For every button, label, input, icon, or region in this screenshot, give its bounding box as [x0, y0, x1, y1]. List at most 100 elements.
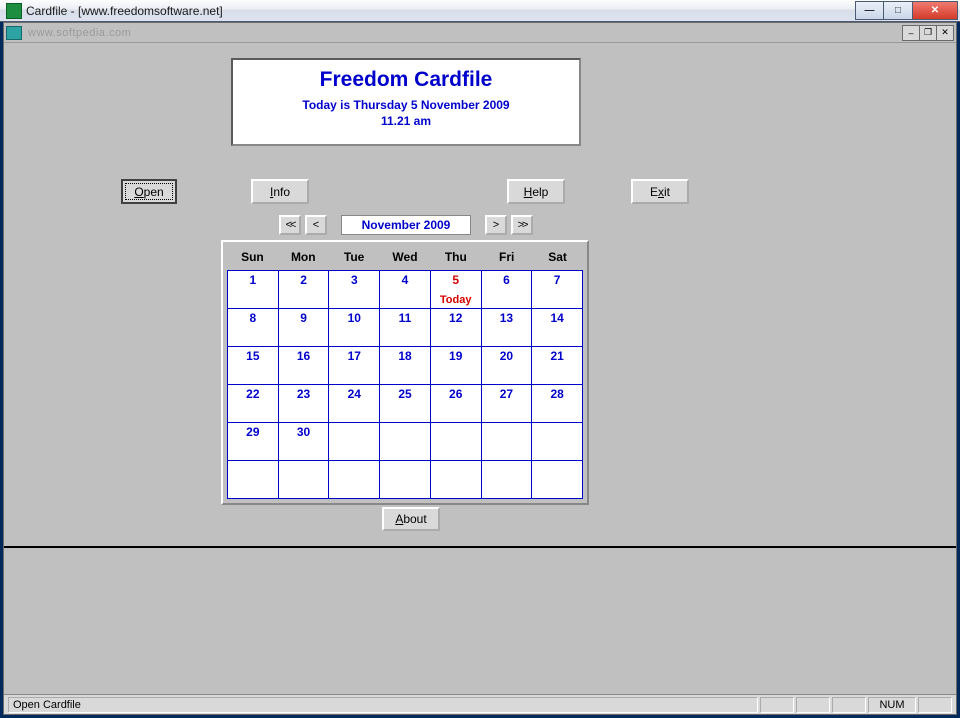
today-date-line: Today is Thursday 5 November 2009 [233, 98, 579, 112]
calendar-day-number: 4 [380, 273, 430, 287]
calendar-cell[interactable]: 12 [431, 309, 481, 346]
calendar-cell[interactable]: 3 [329, 271, 379, 308]
status-cell-2 [796, 697, 830, 713]
calendar-cell[interactable]: 22 [228, 385, 278, 422]
calendar-grid: 12345Today678910111213141516171819202122… [227, 270, 583, 499]
calendar-cell[interactable]: 17 [329, 347, 379, 384]
calendar-day-number: 17 [329, 349, 379, 363]
nav-next-button[interactable]: > [485, 215, 507, 235]
today-time-line: 11.21 am [233, 114, 579, 128]
calendar-day-number: 26 [431, 387, 481, 401]
exit-button[interactable]: Exit [631, 179, 689, 204]
calendar-day-number: 8 [228, 311, 278, 325]
calendar-day-number: 29 [228, 425, 278, 439]
calendar-day-number: 9 [279, 311, 329, 325]
calendar-day-number: 21 [532, 349, 582, 363]
calendar-cell[interactable]: 27 [482, 385, 532, 422]
mdi-minimize-button[interactable]: – [902, 25, 920, 41]
calendar-cell[interactable]: 30 [279, 423, 329, 460]
status-cell-3 [832, 697, 866, 713]
calendar-day-header: Fri [481, 246, 532, 270]
calendar-day-number: 14 [532, 311, 582, 325]
calendar-day-header: Sat [532, 246, 583, 270]
calendar-cell[interactable]: 13 [482, 309, 532, 346]
calendar-day-number: 5 [431, 273, 481, 287]
maximize-button[interactable]: □ [884, 1, 913, 20]
content-area: Freedom Cardfile Today is Thursday 5 Nov… [4, 43, 956, 714]
calendar-cell[interactable]: 16 [279, 347, 329, 384]
app-window: Cardfile - [www.freedomsoftware.net] — □… [0, 0, 960, 718]
calendar-cell[interactable]: 7 [532, 271, 582, 308]
mdi-client-area: www.softpedia.com – ❐ ✕ Freedom Cardfile… [3, 22, 957, 715]
calendar-day-number: 10 [329, 311, 379, 325]
document-icon[interactable] [6, 26, 22, 40]
calendar-cell-empty [482, 461, 532, 498]
calendar-day-number: 18 [380, 349, 430, 363]
about-button[interactable]: About [382, 507, 440, 531]
calendar-cell[interactable]: 21 [532, 347, 582, 384]
calendar-cell[interactable]: 19 [431, 347, 481, 384]
calendar-day-number: 30 [279, 425, 329, 439]
status-cell-5 [918, 697, 952, 713]
open-button[interactable]: Open [121, 179, 177, 204]
nav-last-button[interactable]: >> [511, 215, 533, 235]
exit-button-label-rest: it [664, 185, 670, 199]
calendar-day-header: Wed [380, 246, 431, 270]
mdi-restore-button[interactable]: ❐ [919, 25, 937, 41]
calendar-day-header: Mon [278, 246, 329, 270]
calendar-day-header: Sun [227, 246, 278, 270]
calendar-day-number: 20 [482, 349, 532, 363]
calendar-day-number: 12 [431, 311, 481, 325]
calendar-cell[interactable]: 26 [431, 385, 481, 422]
calendar-day-number: 28 [532, 387, 582, 401]
header-card: Freedom Cardfile Today is Thursday 5 Nov… [231, 58, 581, 146]
close-button[interactable]: ✕ [913, 1, 958, 20]
calendar-cell[interactable]: 5Today [431, 271, 481, 308]
calendar-cell[interactable]: 14 [532, 309, 582, 346]
calendar-day-number: 25 [380, 387, 430, 401]
calendar-cell[interactable]: 20 [482, 347, 532, 384]
minimize-button[interactable]: — [855, 1, 884, 20]
calendar-day-number: 16 [279, 349, 329, 363]
calendar-header-row: SunMonTueWedThuFriSat [227, 246, 583, 270]
calendar-cell[interactable]: 23 [279, 385, 329, 422]
calendar-cell[interactable]: 2 [279, 271, 329, 308]
month-nav: << < November 2009 > >> [279, 215, 533, 235]
calendar-cell-empty [279, 461, 329, 498]
calendar-day-number: 11 [380, 311, 430, 325]
calendar-day-number: 15 [228, 349, 278, 363]
calendar-cell[interactable]: 29 [228, 423, 278, 460]
calendar-day-number: 2 [279, 273, 329, 287]
calendar-cell[interactable]: 25 [380, 385, 430, 422]
calendar-cell[interactable]: 4 [380, 271, 430, 308]
info-button[interactable]: Info [251, 179, 309, 204]
calendar-cell[interactable]: 6 [482, 271, 532, 308]
status-message: Open Cardfile [8, 697, 758, 713]
calendar-cell[interactable]: 1 [228, 271, 278, 308]
status-cell-1 [760, 697, 794, 713]
nav-prev-button[interactable]: < [305, 215, 327, 235]
calendar-day-number: 24 [329, 387, 379, 401]
calendar-cell[interactable]: 8 [228, 309, 278, 346]
help-button[interactable]: Help [507, 179, 565, 204]
calendar-day-header: Thu [430, 246, 481, 270]
calendar-cell[interactable]: 10 [329, 309, 379, 346]
content-divider [4, 546, 956, 548]
calendar-cell[interactable]: 18 [380, 347, 430, 384]
window-controls: — □ ✕ [855, 1, 958, 20]
calendar-cell[interactable]: 15 [228, 347, 278, 384]
mdi-close-button[interactable]: ✕ [936, 25, 954, 41]
nav-first-button[interactable]: << [279, 215, 301, 235]
app-title: Freedom Cardfile [233, 68, 579, 92]
open-button-label-rest: pen [144, 185, 164, 199]
calendar-cell[interactable]: 24 [329, 385, 379, 422]
calendar-day-number: 19 [431, 349, 481, 363]
about-button-label-rest: bout [403, 512, 426, 526]
watermark-text: www.softpedia.com [28, 27, 131, 39]
titlebar: Cardfile - [www.freedomsoftware.net] — □… [0, 0, 960, 22]
mdi-bar: www.softpedia.com – ❐ ✕ [4, 23, 956, 43]
calendar-cell[interactable]: 11 [380, 309, 430, 346]
calendar-cell[interactable]: 28 [532, 385, 582, 422]
calendar-cell-empty [482, 423, 532, 460]
calendar-cell[interactable]: 9 [279, 309, 329, 346]
